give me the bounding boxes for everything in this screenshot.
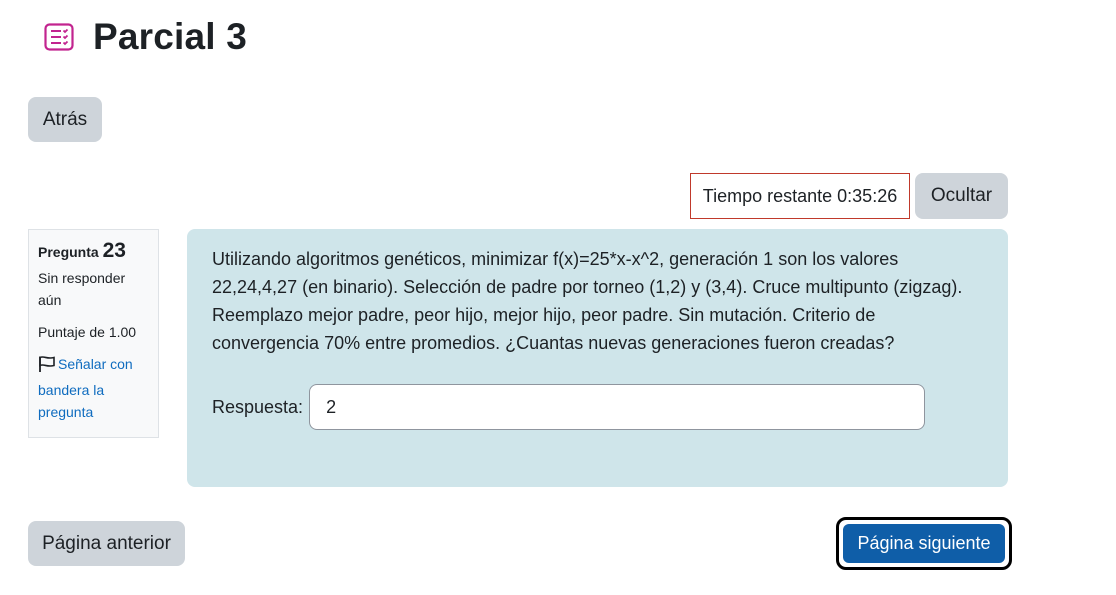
quiz-timer: Tiempo restante 0:35:26 [690,173,910,219]
quiz-icon [43,21,75,53]
next-page-button[interactable]: Página siguiente [843,524,1005,563]
flag-icon [38,355,56,379]
question-number: Pregunta 23 [38,240,149,263]
hide-timer-button[interactable]: Ocultar [915,173,1008,219]
next-page-focus-ring: Página siguiente [836,517,1012,570]
answer-input[interactable] [309,384,926,430]
question-grade: Puntaje de 1.00 [38,324,137,340]
back-button[interactable]: Atrás [28,97,102,142]
question-number-value: 23 [102,239,126,262]
previous-page-button[interactable]: Página anterior [28,521,185,566]
question-content: Utilizando algoritmos genéticos, minimiz… [187,229,1008,487]
flag-question-link[interactable]: Señalar con bandera la pregunta [38,356,133,420]
answer-label: Respuesta: [212,396,304,417]
page-title: Parcial 3 [93,16,248,57]
question-number-label: Pregunta [38,244,99,260]
page-header: Parcial 3 [43,16,247,58]
question-text: Utilizando algoritmos genéticos, minimiz… [212,249,963,353]
answer-row: Respuesta: [212,384,926,430]
question-state: Sin responder aún [38,270,126,308]
question-info-panel: Pregunta 23 Sin responder aún Puntaje de… [28,229,159,438]
